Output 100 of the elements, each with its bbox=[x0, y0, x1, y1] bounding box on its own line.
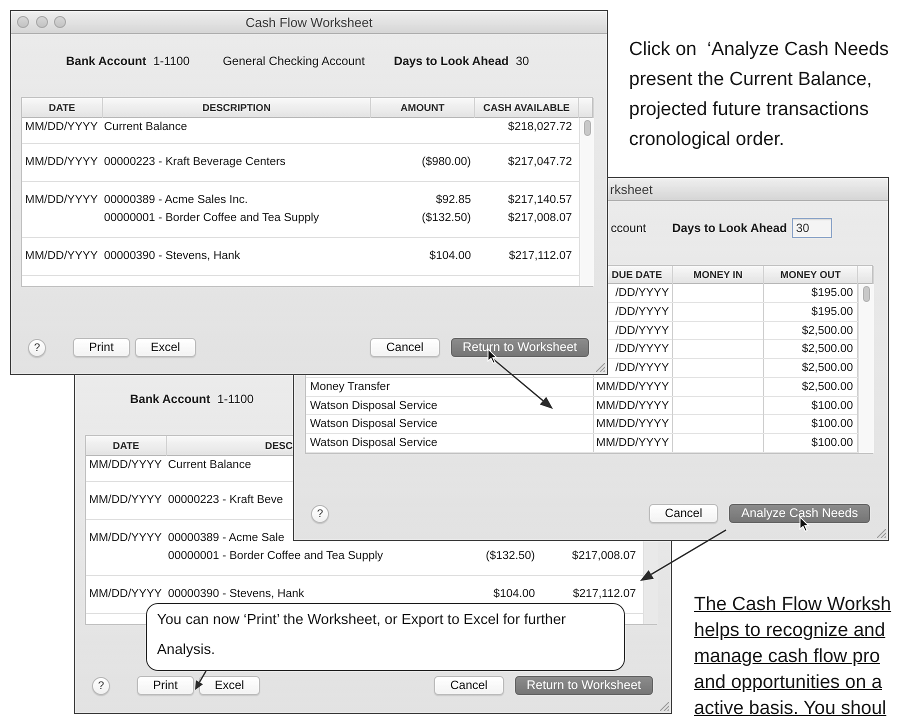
dialog-button[interactable]: Print bbox=[137, 676, 194, 695]
column-header: DESCRIPTION bbox=[202, 103, 271, 114]
table-cell: 00000223 - Kraft Beve bbox=[168, 494, 284, 506]
table-cell: MM/DD/YYYY bbox=[25, 121, 98, 133]
table-cell: MM/DD/YYYY bbox=[89, 588, 162, 600]
dialog-button[interactable]: Cancel bbox=[370, 338, 440, 357]
table-cell: /DD/YYYY bbox=[615, 287, 669, 299]
column-header: MONEY OUT bbox=[780, 270, 841, 281]
dialog-button[interactable]: Excel bbox=[198, 676, 260, 695]
table-cell: $217,112.07 bbox=[572, 588, 636, 600]
dialog-button[interactable]: Excel bbox=[134, 338, 196, 357]
column-header: DATE bbox=[48, 103, 76, 114]
table-cell: ($132.50) bbox=[486, 550, 535, 562]
cursor-icon bbox=[800, 516, 810, 532]
days-field[interactable]: 30 bbox=[792, 218, 832, 238]
account-number: 1-1100 bbox=[153, 53, 190, 69]
table-cell: Watson Disposal Service bbox=[310, 400, 438, 412]
account-name: ccount bbox=[610, 220, 646, 236]
table-cell: $100.00 bbox=[811, 400, 853, 412]
table-cell: $195.00 bbox=[811, 306, 853, 318]
resize-grip-icon[interactable] bbox=[877, 529, 886, 538]
annotation-arrow bbox=[492, 357, 553, 409]
table-cell: Current Balance bbox=[104, 121, 188, 133]
table-cell: MM/DD/YYYY bbox=[596, 437, 669, 449]
table-cell: MM/DD/YYYY bbox=[596, 418, 669, 430]
table-cell: /DD/YYYY bbox=[615, 306, 669, 318]
table-cell: MM/DD/YYYY bbox=[89, 494, 162, 506]
column-header: AMOUNT bbox=[400, 103, 444, 114]
table-cell: MM/DD/YYYY bbox=[596, 400, 669, 412]
table-cell: $100.00 bbox=[811, 418, 853, 430]
callout-text: You can now ‘Print’ the Worksheet, or Export to Excel for further Analysis. bbox=[157, 611, 567, 660]
table-cell: 00000390 - Stevens, Hank bbox=[104, 250, 240, 262]
table-cell: $217,047.72 bbox=[508, 156, 572, 168]
account-number: 1-1100 bbox=[217, 391, 254, 407]
table-cell: 00000223 - Kraft Beverage Centers bbox=[104, 156, 286, 168]
table-cell: $2,500.00 bbox=[802, 324, 853, 336]
table-cell: 00000389 - Acme Sale bbox=[168, 532, 284, 544]
table-cell: /DD/YYYY bbox=[615, 343, 669, 356]
table-cell: ($132.50) bbox=[422, 212, 471, 224]
minimize-button[interactable] bbox=[36, 16, 48, 28]
help-button[interactable]: ? bbox=[28, 338, 46, 356]
days-value: 30 bbox=[516, 53, 530, 69]
dialog-button[interactable]: Cancel bbox=[434, 676, 504, 695]
table-cell: Money Transfer bbox=[310, 380, 390, 393]
scrollbar-track[interactable] bbox=[579, 118, 594, 286]
table-cell: 00000389 - Acme Sales Inc. bbox=[104, 194, 248, 206]
table-cell: $92.85 bbox=[436, 194, 471, 206]
scroll-thumb[interactable] bbox=[584, 120, 590, 136]
primary-button[interactable]: Return to Worksheet bbox=[450, 338, 589, 357]
table-cell: ($980.00) bbox=[422, 156, 471, 168]
field-label: Bank Account bbox=[66, 53, 146, 69]
table-cell: $2,500.00 bbox=[802, 380, 853, 393]
window-title: rksheet bbox=[610, 182, 653, 196]
resize-grip-icon[interactable] bbox=[596, 363, 605, 372]
table-cell: $217,008.07 bbox=[572, 550, 636, 562]
table-cell: $217,008.07 bbox=[508, 212, 572, 224]
help-button[interactable]: ? bbox=[311, 504, 329, 522]
scroll-thumb[interactable] bbox=[863, 286, 870, 302]
help-button[interactable]: ? bbox=[92, 676, 110, 694]
field-label: Days to Look Ahead bbox=[672, 220, 787, 236]
table-cell: Watson Disposal Service bbox=[310, 418, 438, 430]
table-cell: $2,500.00 bbox=[802, 343, 853, 356]
dialog-button[interactable]: Print bbox=[73, 338, 130, 357]
account-name: General Checking Account bbox=[222, 53, 365, 69]
note-text: The Cash Flow Worksh helps to recognize and manage cash flow pro and opportunities on a active basis. You shoul bbox=[694, 593, 892, 721]
maximize-button[interactable] bbox=[54, 16, 66, 28]
primary-button[interactable]: Analyze Cash Needs bbox=[729, 504, 870, 523]
table-cell: /DD/YYYY bbox=[615, 324, 669, 336]
table-cell: $217,112.07 bbox=[508, 250, 572, 262]
table-cell: Watson Disposal Service bbox=[310, 437, 438, 449]
scrollbar-track[interactable] bbox=[644, 541, 658, 624]
field-label: Days to Look Ahead bbox=[394, 53, 509, 69]
field-label: Bank Account bbox=[130, 391, 210, 407]
scrollbar-track[interactable] bbox=[858, 284, 874, 453]
table-cell: MM/DD/YYYY bbox=[25, 250, 98, 262]
table-cell: 00000001 - Border Coffee and Tea Supply bbox=[168, 550, 384, 562]
primary-button[interactable]: Return to Worksheet bbox=[514, 676, 653, 695]
table-cell: $104.00 bbox=[429, 250, 471, 262]
table-cell: /DD/YYYY bbox=[615, 362, 669, 374]
table-cell: 00000390 - Stevens, Hank bbox=[168, 588, 304, 600]
resize-grip-icon[interactable] bbox=[660, 702, 669, 711]
window-title: Cash Flow Worksheet bbox=[246, 14, 372, 30]
column-header: MONEY IN bbox=[693, 270, 743, 281]
instruction-text: Click on ‘Analyze Cash Needs present the Current Balance, projected future transactions cronological order. bbox=[629, 38, 889, 152]
column-header: DESC bbox=[265, 441, 293, 452]
column-header: CASH AVAILABLE bbox=[483, 103, 570, 114]
table-cell: MM/DD/YYYY bbox=[25, 156, 98, 168]
column-header: DUE DATE bbox=[612, 270, 662, 281]
table-cell: MM/DD/YYYY bbox=[89, 459, 162, 471]
table-cell: 00000001 - Border Coffee and Tea Supply bbox=[104, 212, 320, 224]
table-cell: MM/DD/YYYY bbox=[89, 532, 162, 544]
close-button[interactable] bbox=[17, 16, 29, 28]
column-header: DATE bbox=[112, 441, 140, 452]
table-cell: $195.00 bbox=[811, 287, 853, 299]
table-cell: $2,500.00 bbox=[802, 362, 853, 374]
table-cell: $100.00 bbox=[811, 437, 853, 449]
dialog-button[interactable]: Cancel bbox=[648, 504, 718, 523]
table-cell: $218,027.72 bbox=[508, 121, 572, 133]
table-cell: Current Balance bbox=[168, 459, 252, 471]
table-cell: MM/DD/YYYY bbox=[25, 194, 98, 206]
